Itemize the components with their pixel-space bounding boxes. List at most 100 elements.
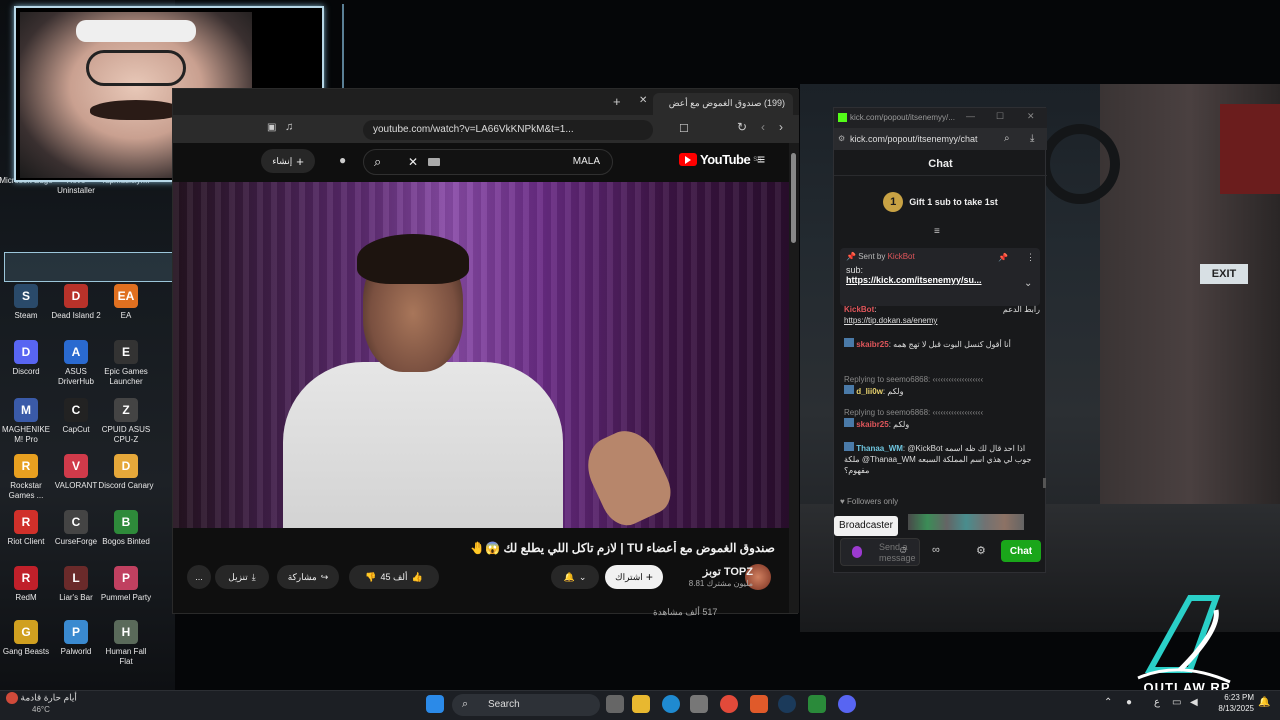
channel-name[interactable]: توبز TOPZ [673,565,753,578]
reload-icon[interactable]: ↻ [737,120,747,134]
pinned-bot-name[interactable]: KickBot [888,252,915,261]
emote-picker-icon[interactable]: ☺ [898,545,908,556]
chat-username[interactable]: Thanaa_WM [856,444,903,453]
desktop-icon[interactable]: E Epic Games Launcher [98,340,154,387]
steam-icon[interactable] [778,695,796,713]
close-tab-icon[interactable]: ✕ [639,95,647,106]
unpin-icon[interactable]: 📌 [998,253,1008,262]
mic-icon[interactable]: ● [339,153,346,167]
zoom-icon[interactable]: ⌕ [1004,133,1010,144]
minimize-icon[interactable]: — [966,111,975,121]
edge-icon[interactable] [662,695,680,713]
download-icon[interactable]: ⤓ [1030,133,1034,144]
store-icon[interactable] [690,695,708,713]
keyboard-icon[interactable] [428,158,440,166]
collapse-icon[interactable]: ≡ [934,226,940,237]
gift-sub-banner[interactable]: 1 Gift 1 sub to take 1st [834,186,1047,218]
like-count[interactable]: 45 ألف [380,572,407,583]
download-button[interactable]: تنزيل ⤓ [215,565,269,589]
pinned-message[interactable]: 📌 Sent by KickBot sub: https://kick.com/… [840,248,1040,306]
network-icon[interactable]: ▭ [1172,697,1181,708]
send-chat-button[interactable]: Chat [1001,540,1041,562]
menu-icon[interactable]: ≡ [757,151,765,167]
scroll-thumb[interactable] [791,153,796,243]
bookmark-icon[interactable]: ☐ [679,122,689,135]
brave-icon[interactable] [750,695,768,713]
language-indicator[interactable]: ع [1154,697,1160,708]
chat-link[interactable]: https://tip.dokan.sa/enemy [844,316,937,325]
reader-icon[interactable]: ▣ [267,122,276,133]
desktop-icon[interactable]: P Palworld [48,620,104,657]
discord-icon[interactable] [838,695,856,713]
desktop-icon[interactable]: P Pummel Party [98,566,154,603]
kick-app-icon[interactable] [808,695,826,713]
kebab-icon[interactable]: ⋮ [1026,252,1035,263]
forward-icon[interactable]: › [779,120,783,134]
back-icon[interactable]: ‹ [761,120,765,134]
desktop-icon[interactable]: L Liar's Bar [48,566,104,603]
file-explorer-icon[interactable] [632,695,650,713]
create-button[interactable]: إنشاء + [261,149,315,173]
subscribe-button[interactable]: اشتراك + [605,565,663,589]
notification-button[interactable]: 🔔 ⌄ [551,565,599,589]
share-button[interactable]: مشاركة ↪ [277,565,339,589]
desktop-icon[interactable]: A ASUS DriverHub [48,340,104,387]
chrome-icon[interactable] [720,695,738,713]
broadcaster-badge-icon[interactable] [852,546,862,558]
emote-strip[interactable] [908,514,1024,530]
more-button[interactable]: ... [187,565,211,589]
desktop-icon[interactable]: G Gang Beasts [0,620,54,657]
desktop-icon[interactable]: R Rockstar Games ... [0,454,54,501]
chat-url-bar[interactable]: ⚙ kick.com/popout/itsenemyy/chat ⌕ ⤓ [834,128,1047,150]
infinity-icon[interactable]: ∞ [932,544,940,556]
reply-context[interactable]: Replying to seemo6868: ‹‹‹‹‹‹‹‹‹‹‹‹‹‹‹‹‹… [844,374,1040,385]
site-info-icon[interactable]: ⚙ [838,134,845,143]
like-icon[interactable]: 👍 [412,572,423,583]
new-tab-icon[interactable]: + [613,94,621,109]
search-input[interactable]: MALA [573,156,600,167]
taskbar-search[interactable]: ⌕ Search [452,694,600,716]
reply-context[interactable]: Replying to seemo6868: ‹‹‹‹‹‹‹‹‹‹‹‹‹‹‹‹‹… [844,407,1040,418]
clock[interactable]: 6:23 PM 8/13/2025 [1210,692,1254,714]
chevron-down-icon[interactable]: ⌄ [1024,278,1032,289]
dislike-icon[interactable]: 👎 [365,572,376,583]
chevron-up-icon[interactable]: ⌃ [1104,697,1112,708]
settings-icon[interactable]: ⚙ [976,544,986,557]
desktop-icon[interactable]: EA EA [98,284,154,321]
notification-bell-icon[interactable]: 🔔 [1258,697,1270,708]
desktop-icon[interactable]: D Discord Canary [98,454,154,491]
chat-username[interactable]: skaibr25 [856,340,888,349]
desktop-icon[interactable]: C CapCut [48,398,104,435]
clear-search-icon[interactable]: ✕ [408,155,418,169]
youtube-logo[interactable]: YouTube SA [679,152,761,167]
video-player[interactable] [173,182,789,528]
browser-tab[interactable]: (199) صندوق الغموض مع أعض [653,93,793,115]
music-icon[interactable]: ♫ [285,121,293,133]
desktop-icon[interactable]: V VALORANT [48,454,104,491]
close-icon[interactable]: ✕ [1027,111,1035,122]
maximize-icon[interactable]: ☐ [996,111,1004,122]
desktop-icon[interactable]: R RedM [0,566,54,603]
desktop-icon[interactable]: Z CPUID ASUS CPU-Z [98,398,154,445]
desktop-icon[interactable]: R Riot Client [0,510,54,547]
desktop-icon[interactable]: S Steam [0,284,54,321]
url-field[interactable]: youtube.com/watch?v=LA66VkKNPkM&t=1... [363,120,653,140]
start-icon[interactable] [426,695,444,713]
desktop-icon[interactable]: C CurseForge [48,510,104,547]
chat-username[interactable]: skaibr25 [856,420,888,429]
pinned-link[interactable]: https://kick.com/itsenemyy/su... [846,275,1034,285]
mic-tray-icon[interactable]: ● [1126,697,1132,708]
desktop-icon[interactable]: D Dead Island 2 [48,284,104,321]
search-icon[interactable]: ⌕ [374,154,381,170]
desktop-icon[interactable]: D Discord [0,340,54,377]
chat-scrollbar[interactable] [1043,478,1046,488]
desktop-icon[interactable]: H Human Fall Flat [98,620,154,667]
volume-icon[interactable]: ◀ [1190,697,1198,708]
chat-username[interactable]: KickBot [844,305,874,314]
weather-widget[interactable]: أيام حارة قادمة 46°C [6,692,77,715]
task-view-icon[interactable] [606,695,624,713]
desktop-icon[interactable]: B Bogos Binted [98,510,154,547]
chat-username[interactable]: d_lii0w [856,387,883,396]
desktop-icon[interactable]: M MAGHENIKE M! Pro [0,398,54,445]
youtube-search[interactable]: ⌕ ✕ MALA [363,149,613,175]
